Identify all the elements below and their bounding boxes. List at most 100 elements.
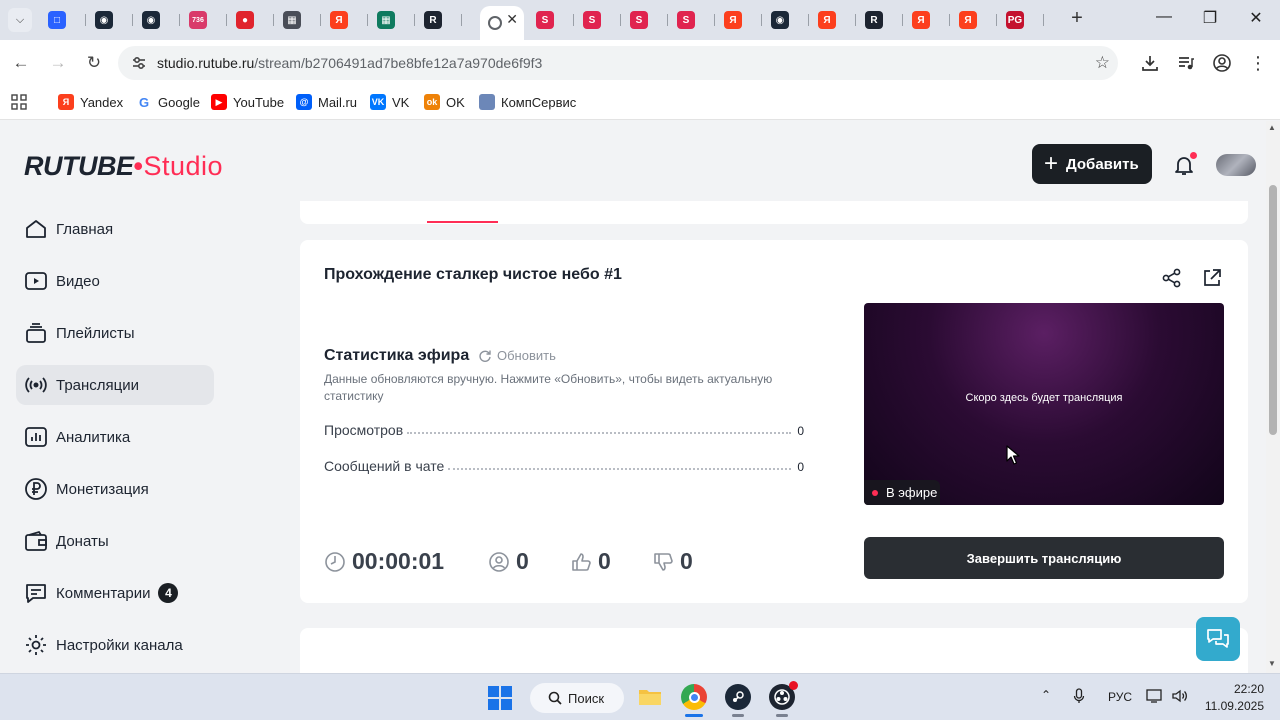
address-bar[interactable]: studio.rutube.ru/stream/b2706491ad7be8bf… bbox=[118, 46, 1118, 80]
download-icon[interactable] bbox=[1139, 52, 1161, 74]
bookmark-label: Google bbox=[158, 94, 200, 110]
reload-icon[interactable]: ↻ bbox=[81, 50, 107, 76]
sidebar-item[interactable]: Донаты bbox=[16, 521, 214, 561]
microphone-icon[interactable] bbox=[1073, 688, 1085, 707]
browser-tab[interactable]: 736 bbox=[181, 6, 227, 34]
minimize-icon[interactable]: — bbox=[1141, 8, 1187, 32]
user-avatar[interactable] bbox=[1216, 154, 1256, 176]
rutube-studio-tab-icon bbox=[488, 16, 502, 30]
browser-tab[interactable]: PG bbox=[998, 6, 1044, 34]
sidebar-item[interactable]: Аналитика bbox=[16, 417, 214, 457]
tab-search-dropdown-icon[interactable]: ⌵ bbox=[8, 8, 32, 32]
language-indicator[interactable]: РУС bbox=[1108, 690, 1132, 704]
rutube-studio-logo[interactable]: RUTUBE•Studio bbox=[24, 151, 223, 182]
bookmark-item[interactable]: ok OK bbox=[424, 92, 465, 112]
end-stream-button[interactable]: Завершить трансляцию bbox=[864, 537, 1224, 579]
browser-tab[interactable]: ◉ bbox=[134, 6, 180, 34]
browser-tab[interactable]: Я bbox=[951, 6, 997, 34]
windows-start-icon[interactable] bbox=[488, 686, 512, 710]
pg-tab-icon: PG bbox=[1006, 11, 1024, 29]
tray-overflow-icon[interactable]: ⌃ bbox=[1041, 688, 1051, 702]
browser-tab[interactable]: Я bbox=[322, 6, 368, 34]
browser-tab[interactable]: R bbox=[416, 6, 462, 34]
bookmark-label: КомпСервис bbox=[501, 94, 577, 110]
taskbar-search[interactable]: Поиск bbox=[530, 683, 624, 713]
browser-tab[interactable]: Я bbox=[716, 6, 762, 34]
close-tab-icon[interactable]: ✕ bbox=[506, 11, 518, 28]
browser-tab[interactable]: □ bbox=[40, 6, 86, 34]
browser-tab[interactable]: ◉ bbox=[87, 6, 133, 34]
browser-tab[interactable]: ✕ bbox=[480, 6, 524, 40]
chat-bubbles-icon bbox=[1207, 629, 1229, 648]
search-icon bbox=[548, 691, 562, 705]
rutube-tab-icon: R bbox=[424, 11, 442, 29]
url-text[interactable]: studio.rutube.ru/stream/b2706491ad7be8bf… bbox=[157, 55, 542, 71]
sidebar-item[interactable]: Монетизация bbox=[16, 469, 214, 509]
browser-tab[interactable]: S bbox=[669, 6, 715, 34]
notifications-bell-icon[interactable] bbox=[1171, 152, 1197, 178]
sidebar-item[interactable]: Видео bbox=[16, 261, 214, 301]
scroll-down-icon[interactable]: ▼ bbox=[1268, 659, 1276, 668]
browser-tab[interactable]: ▦ bbox=[369, 6, 415, 34]
support-chat-button[interactable] bbox=[1196, 617, 1240, 661]
site-info-icon[interactable] bbox=[130, 54, 148, 72]
preview-placeholder-text: Скоро здесь будет трансляция bbox=[965, 392, 1123, 404]
sidebar-item[interactable]: Плейлисты bbox=[16, 313, 214, 353]
sidebar-item[interactable]: Главная bbox=[16, 209, 214, 249]
bookmark-label: OK bbox=[446, 94, 465, 110]
bookmark-item[interactable]: КомпСервис bbox=[479, 92, 576, 112]
open-external-icon[interactable] bbox=[1201, 267, 1223, 289]
browser-tab[interactable]: ▦ bbox=[275, 6, 321, 34]
apps-grid-icon[interactable] bbox=[11, 92, 27, 112]
stream-title: Прохождение сталкер чистое небо #1 bbox=[324, 266, 622, 283]
file-explorer-icon[interactable] bbox=[637, 684, 663, 710]
close-window-icon[interactable]: ✕ bbox=[1233, 8, 1279, 32]
viewers-value: 0 bbox=[516, 548, 529, 574]
sidebar-item[interactable]: Комментарии 4 bbox=[16, 573, 214, 613]
scroll-up-icon[interactable]: ▲ bbox=[1268, 123, 1276, 132]
browser-tab[interactable]: R bbox=[857, 6, 903, 34]
browser-tab[interactable]: ● bbox=[228, 6, 274, 34]
forward-icon[interactable]: → bbox=[45, 50, 71, 76]
bookmark-item[interactable]: VK VK bbox=[370, 92, 409, 112]
obs-taskbar-icon[interactable] bbox=[769, 681, 798, 717]
sidebar-item[interactable]: Трансляции bbox=[16, 365, 214, 405]
browser-tab[interactable]: Я bbox=[810, 6, 856, 34]
menu-kebab-icon[interactable]: ⋮ bbox=[1247, 52, 1269, 74]
browser-tab[interactable]: S bbox=[575, 6, 621, 34]
scrollbar-thumb[interactable] bbox=[1269, 185, 1277, 435]
app-tab-icon: ▦ bbox=[283, 11, 301, 29]
stream-preview-player[interactable]: Скоро здесь будет трансляция В эфире bbox=[864, 303, 1224, 505]
browser-tab[interactable]: ◉ bbox=[763, 6, 809, 34]
browser-tab[interactable]: S bbox=[622, 6, 668, 34]
broadcast-icon bbox=[24, 373, 48, 397]
bookmark-item[interactable]: G Google bbox=[136, 92, 200, 112]
restore-icon[interactable]: ❐ bbox=[1187, 8, 1233, 32]
add-button[interactable]: + Добавить bbox=[1032, 144, 1152, 184]
refresh-button[interactable]: Обновить bbox=[478, 348, 556, 363]
volume-icon[interactable] bbox=[1171, 688, 1189, 707]
clock-time: 22:20 bbox=[1233, 682, 1264, 696]
taskbar-clock[interactable]: 22:20 11.09.2025 bbox=[1200, 681, 1264, 715]
sidebar-item[interactable]: Настройки канала bbox=[16, 625, 214, 665]
new-tab-button[interactable]: + bbox=[1066, 8, 1088, 30]
rutube-tab-icon: R bbox=[865, 11, 883, 29]
bookmark-star-icon[interactable]: ☆ bbox=[1095, 53, 1110, 73]
refresh-icon bbox=[479, 350, 491, 362]
bookmark-item[interactable]: Я Yandex bbox=[58, 92, 123, 112]
steam-taskbar-icon[interactable] bbox=[725, 684, 751, 717]
page-scrollbar[interactable]: ▲ ▼ bbox=[1266, 121, 1280, 673]
live-dot bbox=[872, 489, 878, 496]
studio-page: RUTUBE•Studio + Добавить Главная Видео Пле… bbox=[0, 121, 1266, 673]
network-icon[interactable] bbox=[1146, 688, 1164, 707]
browser-tab[interactable]: S bbox=[528, 6, 574, 34]
bookmark-item[interactable]: @ Mail.ru bbox=[296, 92, 357, 112]
bookmark-item[interactable]: ▶ YouTube bbox=[211, 92, 284, 112]
browser-tab[interactable]: Я bbox=[904, 6, 950, 34]
profile-icon[interactable] bbox=[1211, 52, 1233, 74]
studio-header: RUTUBE•Studio + Добавить bbox=[0, 121, 1266, 201]
share-icon[interactable] bbox=[1161, 267, 1183, 289]
back-icon[interactable]: ← bbox=[8, 50, 34, 76]
media-control-icon[interactable] bbox=[1175, 52, 1197, 74]
chrome-taskbar-icon[interactable] bbox=[681, 684, 707, 717]
